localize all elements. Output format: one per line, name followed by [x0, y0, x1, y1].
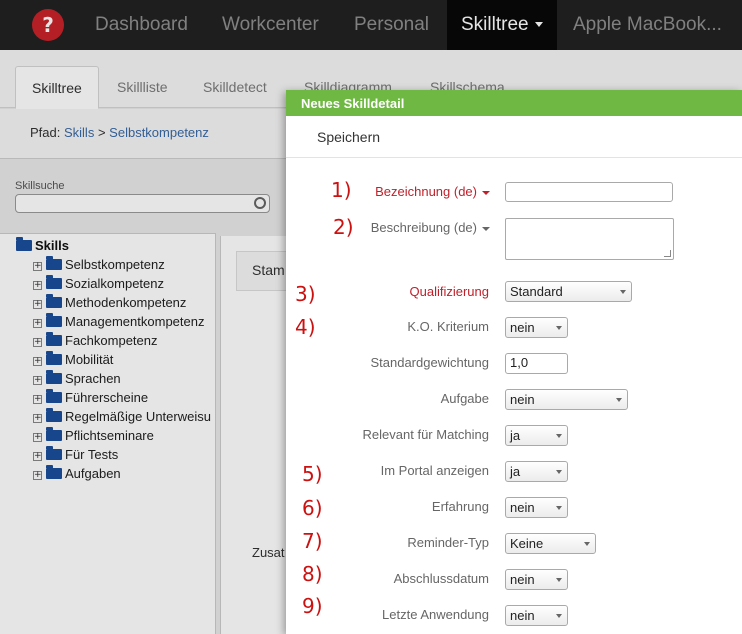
dropdown-arrow-icon	[616, 398, 622, 402]
ko-kriterium-value: nein	[510, 320, 535, 335]
standardgewichtung-label: Standardgewichtung	[370, 355, 489, 370]
aufgabe-select[interactable]: nein	[505, 389, 628, 410]
letzte-anwendung-value: nein	[510, 608, 535, 623]
annotation-number: 9)	[302, 594, 323, 618]
resize-handle-icon[interactable]	[664, 250, 671, 257]
bezeichnung-label-text: Bezeichnung (de)	[375, 184, 477, 199]
chevron-down-icon	[482, 226, 490, 231]
relevant-matching-value: ja	[510, 428, 521, 443]
relevant-matching-label: Relevant für Matching	[362, 427, 489, 442]
annotation-number: 4)	[295, 315, 316, 339]
beschreibung-textarea[interactable]	[505, 218, 674, 260]
letzte-anwendung-select[interactable]: nein	[505, 605, 568, 626]
bezeichnung-label[interactable]: Bezeichnung (de)	[375, 184, 490, 199]
annotation-number: 8)	[302, 562, 323, 586]
annotation-number: 3)	[295, 282, 316, 306]
im-portal-label: Im Portal anzeigen	[380, 463, 489, 478]
letzte-anwendung-label: Letzte Anwendung	[382, 607, 489, 622]
save-button[interactable]: Speichern	[317, 129, 380, 145]
reminder-typ-label: Reminder-Typ	[407, 535, 489, 550]
erfahrung-select[interactable]: nein	[505, 497, 568, 518]
qualifizierung-select[interactable]: Standard	[505, 281, 632, 302]
standardgewichtung-input[interactable]: 1,0	[505, 353, 568, 374]
qualifizierung-label: Qualifizierung	[409, 284, 490, 299]
aufgabe-label: Aufgabe	[440, 391, 489, 406]
annotation-number: 5)	[302, 462, 323, 486]
ko-kriterium-select[interactable]: nein	[505, 317, 568, 338]
modal-title: Neues Skilldetail	[301, 96, 405, 111]
erfahrung-value: nein	[510, 500, 535, 515]
beschreibung-label-text: Beschreibung (de)	[370, 220, 477, 235]
qualifizierung-value: Standard	[510, 284, 563, 299]
aufgabe-value: nein	[510, 392, 535, 407]
dropdown-arrow-icon	[620, 290, 626, 294]
bezeichnung-input[interactable]	[505, 182, 673, 202]
im-portal-select[interactable]: ja	[505, 461, 568, 482]
im-portal-value: ja	[510, 464, 521, 479]
new-skilldetail-modal: Neues Skilldetail Speichern 1) Bezeichnu…	[286, 90, 742, 634]
dropdown-arrow-icon	[584, 542, 590, 546]
modal-toolbar: Speichern	[286, 116, 742, 158]
annotation-number: 6)	[302, 496, 323, 520]
reminder-typ-select[interactable]: Keine	[505, 533, 596, 554]
dropdown-arrow-icon	[556, 434, 562, 438]
annotation-number: 1)	[331, 178, 352, 202]
annotation-number: 2)	[333, 215, 354, 239]
abschlussdatum-select[interactable]: nein	[505, 569, 568, 590]
abschlussdatum-value: nein	[510, 572, 535, 587]
dropdown-arrow-icon	[556, 506, 562, 510]
modal-header: Neues Skilldetail	[286, 90, 742, 116]
dropdown-arrow-icon	[556, 578, 562, 582]
annotation-number: 7)	[302, 529, 323, 553]
dropdown-arrow-icon	[556, 326, 562, 330]
chevron-down-icon	[482, 190, 490, 195]
ko-kriterium-label: K.O. Kriterium	[407, 319, 489, 334]
relevant-matching-select[interactable]: ja	[505, 425, 568, 446]
reminder-typ-value: Keine	[510, 536, 544, 551]
dropdown-arrow-icon	[556, 614, 562, 618]
beschreibung-label[interactable]: Beschreibung (de)	[371, 220, 490, 235]
dropdown-arrow-icon	[556, 470, 562, 474]
abschlussdatum-label: Abschlussdatum	[393, 571, 489, 586]
erfahrung-label: Erfahrung	[431, 499, 489, 514]
